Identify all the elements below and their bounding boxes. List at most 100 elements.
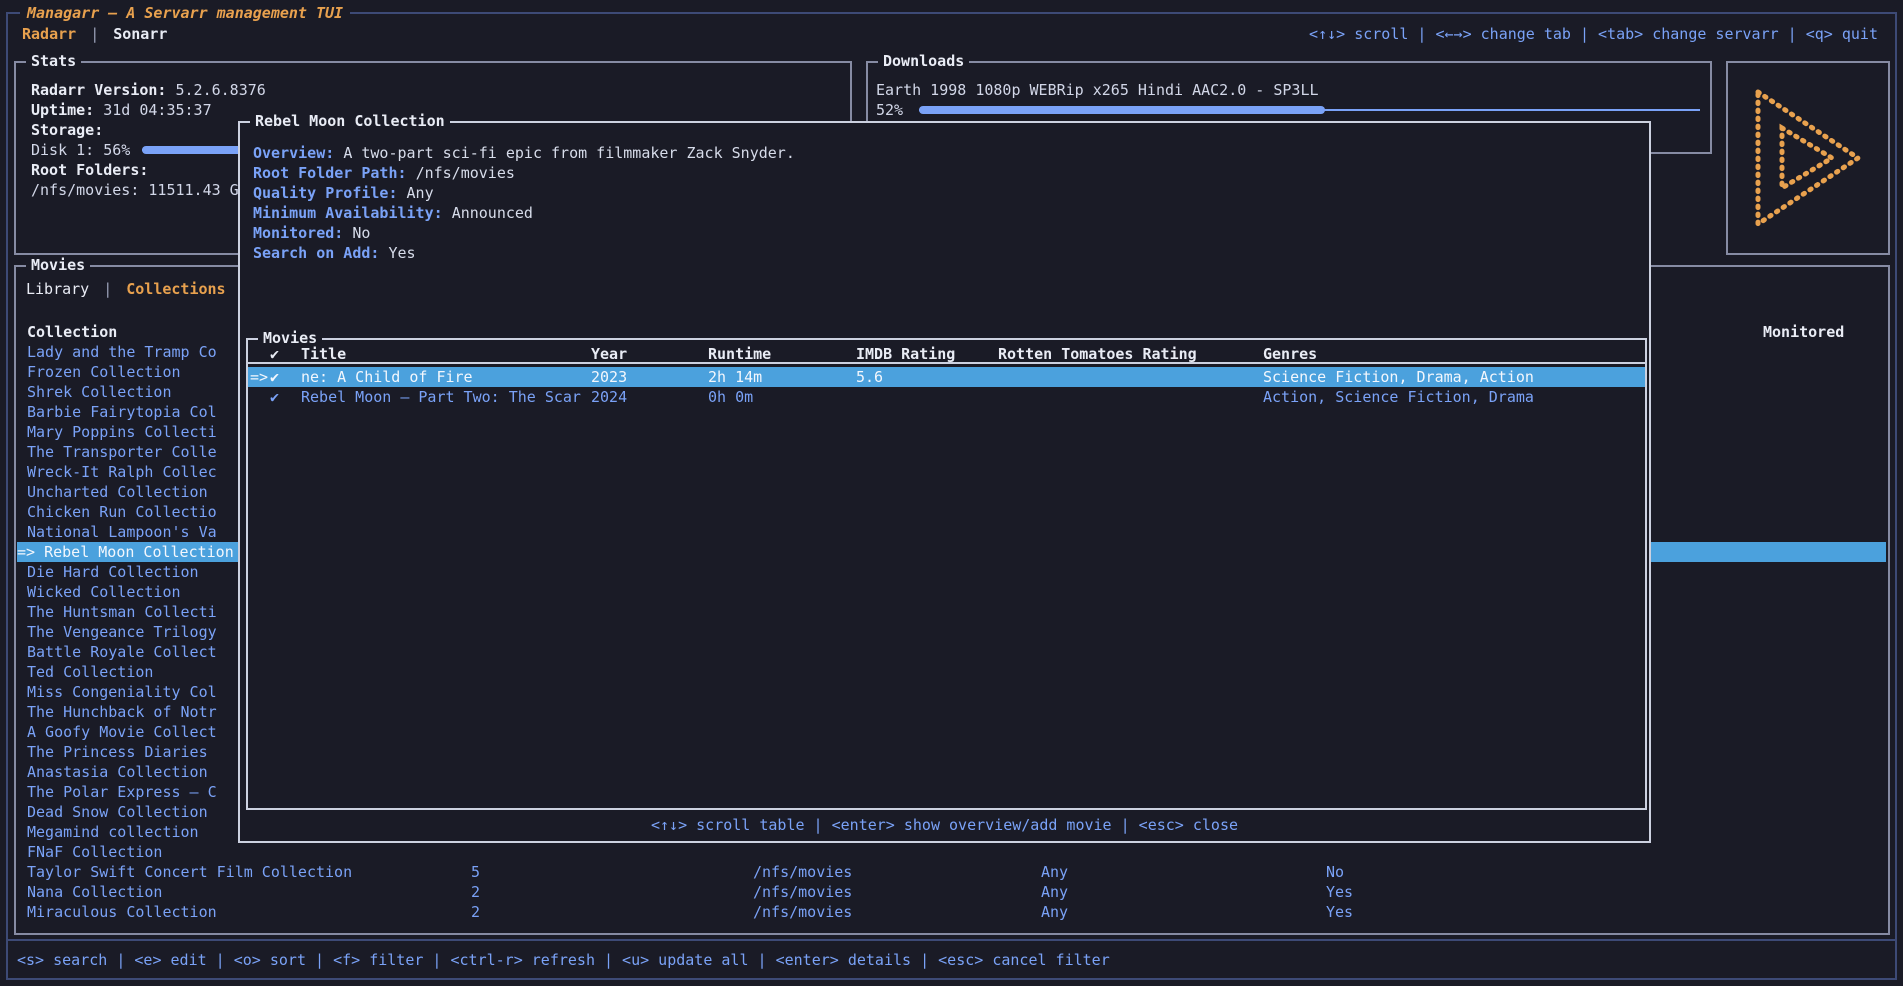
movie-cell: 2023	[591, 367, 627, 387]
version-label: Radarr Version:	[31, 80, 166, 100]
modal-title: Rebel Moon Collection	[250, 111, 450, 131]
collection-name: Lady and the Tramp Co	[27, 342, 217, 362]
tab-library[interactable]: Library	[26, 279, 89, 299]
collection-name: Wicked Collection	[27, 582, 181, 602]
collection-cell: Any	[1041, 862, 1068, 882]
modal-keybinds: <↑↓> scroll table | <enter> show overvie…	[240, 815, 1649, 835]
collection-name: Barbie Fairytopia Col	[27, 402, 217, 422]
collection-cell: /nfs/movies	[753, 882, 852, 902]
movie-cell: 2024	[591, 387, 627, 407]
detail-field-value: Announced	[452, 204, 533, 222]
bottom-bar-separator	[6, 939, 1897, 941]
collection-name: Shrek Collection	[27, 382, 172, 402]
movie-row[interactable]: =>✔ne: A Child of Fire20232h 14m5.6Scien…	[248, 367, 1645, 387]
collection-name: Battle Royale Collect	[27, 642, 217, 662]
movies-panel-title: Movies	[26, 255, 90, 275]
download-progress-gauge	[919, 100, 1700, 120]
collection-cell: 2	[471, 882, 480, 902]
version-line: Radarr Version: 5.2.6.8376	[31, 80, 840, 100]
monitored-check-icon: ✔	[270, 367, 279, 387]
uptime-label: Uptime:	[31, 100, 94, 120]
collection-cell: 5	[471, 862, 480, 882]
managarr-screen: Managarr — A Servarr management TUI Rada…	[0, 0, 1903, 986]
collection-cell: Yes	[1326, 902, 1353, 922]
bottom-keybinds: <s> search | <e> edit | <o> sort | <f> f…	[17, 950, 1110, 970]
movie-cell: ne: A Child of Fire	[301, 367, 473, 387]
uptime-value: 31d 04:35:37	[103, 100, 211, 120]
movies-column-header: Title	[301, 344, 346, 364]
collection-cell: /nfs/movies	[753, 862, 852, 882]
detail-field-value: Any	[407, 184, 434, 202]
detail-field-label: Minimum Availability:	[253, 204, 452, 222]
version-value: 5.2.6.8376	[176, 80, 266, 100]
collection-name: Miss Congeniality Col	[27, 682, 217, 702]
selection-marker: =>	[250, 367, 268, 387]
top-keybinds: <↑↓> scroll | <←→> change tab | <tab> ch…	[1309, 24, 1878, 44]
detail-field: Minimum Availability: Announced	[253, 203, 1637, 223]
collection-name: Taylor Swift Concert Film Collection	[27, 862, 352, 882]
detail-field-label: Root Folder Path:	[253, 164, 416, 182]
tab-collections[interactable]: Collections	[126, 279, 225, 299]
root-folder-value: /nfs/movies: 11511.43 GB	[31, 180, 248, 200]
collection-name: Dead Snow Collection	[27, 802, 208, 822]
collection-name: The Princess Diaries	[27, 742, 208, 762]
collection-name: The Huntsman Collecti	[27, 602, 217, 622]
download-percent-label: 52%	[876, 100, 919, 120]
collection-name: Uncharted Collection	[27, 482, 208, 502]
collection-name: Frozen Collection	[27, 362, 181, 382]
servarr-tab-bar: Radarr | Sonarr <↑↓> scroll | <←→> chang…	[22, 24, 1878, 44]
detail-field-value: No	[352, 224, 370, 242]
collection-cell: Any	[1041, 902, 1068, 922]
collection-cell: /nfs/movies	[753, 902, 852, 922]
download-progress-line: 52%	[876, 100, 1700, 120]
detail-field-value: A two-part sci-fi epic from filmmaker Za…	[343, 144, 795, 162]
collection-cell: Yes	[1326, 882, 1353, 902]
movies-tab-bar: Library | Collections	[26, 279, 226, 299]
collection-row[interactable]: Taylor Swift Concert Film Collection 5/nf…	[17, 862, 1886, 882]
movie-cell: 0h 0m	[708, 387, 753, 407]
collection-name: Miraculous Collection	[27, 902, 217, 922]
collection-row[interactable]: FNaF Collection	[17, 842, 1886, 862]
stats-panel-title: Stats	[26, 51, 81, 71]
collection-name: Ted Collection	[27, 662, 153, 682]
movie-cell: Action, Science Fiction, Drama	[1263, 387, 1534, 407]
collection-name: FNaF Collection	[27, 842, 162, 862]
tab-sonarr[interactable]: Sonarr	[113, 24, 167, 44]
movies-column-header: Runtime	[708, 344, 771, 364]
collection-row[interactable]: Nana Collection2/nfs/moviesAnyYes	[17, 882, 1886, 902]
collection-row[interactable]: Miraculous Collection2/nfs/moviesAnyYes	[17, 902, 1886, 922]
detail-field-label: Monitored:	[253, 224, 352, 242]
detail-field-value: /nfs/movies	[416, 164, 515, 182]
tab-separator: |	[103, 279, 112, 299]
movies-column-header: IMDB Rating	[856, 344, 955, 364]
movies-column-header: Year	[591, 344, 627, 364]
movies-column-header: Rotten Tomatoes Rating	[998, 344, 1197, 364]
movies-table-rows: =>✔ne: A Child of Fire20232h 14m5.6Scien…	[248, 367, 1645, 407]
collection-cell: No	[1326, 862, 1344, 882]
collection-name: Chicken Run Collectio	[27, 502, 217, 522]
radarr-logo-icon	[1746, 82, 1870, 234]
collection-name: The Hunchback of Notr	[27, 702, 217, 722]
collection-name: Megamind collection	[27, 822, 199, 842]
movie-cell: Rebel Moon – Part Two: The Scar	[301, 387, 581, 407]
monitored-column-header: Monitored	[1763, 322, 1844, 342]
disk-usage-label: Disk 1: 56%	[31, 140, 130, 160]
movie-cell: 2h 14m	[708, 367, 762, 387]
detail-field: Monitored: No	[253, 223, 1637, 243]
movies-table-header: ✔TitleYearRuntimeIMDB RatingRotten Tomat…	[248, 344, 1645, 364]
detail-field: Quality Profile: Any	[253, 183, 1637, 203]
logo-panel	[1726, 61, 1890, 255]
tab-radarr[interactable]: Radarr	[22, 24, 76, 44]
collection-cell: Any	[1041, 882, 1068, 902]
monitored-check-icon: ✔	[270, 387, 279, 407]
detail-field-value: Yes	[388, 244, 415, 262]
collection-name: The Polar Express – C	[27, 782, 217, 802]
tab-separator: |	[90, 24, 99, 44]
detail-field-label: Quality Profile:	[253, 184, 407, 202]
detail-field-label: Overview:	[253, 144, 343, 162]
collection-name: Mary Poppins Collecti	[27, 422, 217, 442]
movie-row[interactable]: ✔ Rebel Moon – Part Two: The Scar 2024 0h 0…	[248, 387, 1645, 407]
collection-name: Die Hard Collection	[27, 562, 199, 582]
collection-details-modal: Rebel Moon Collection Overview: A two-pa…	[238, 121, 1651, 843]
detail-field: Search on Add: Yes	[253, 243, 1637, 263]
